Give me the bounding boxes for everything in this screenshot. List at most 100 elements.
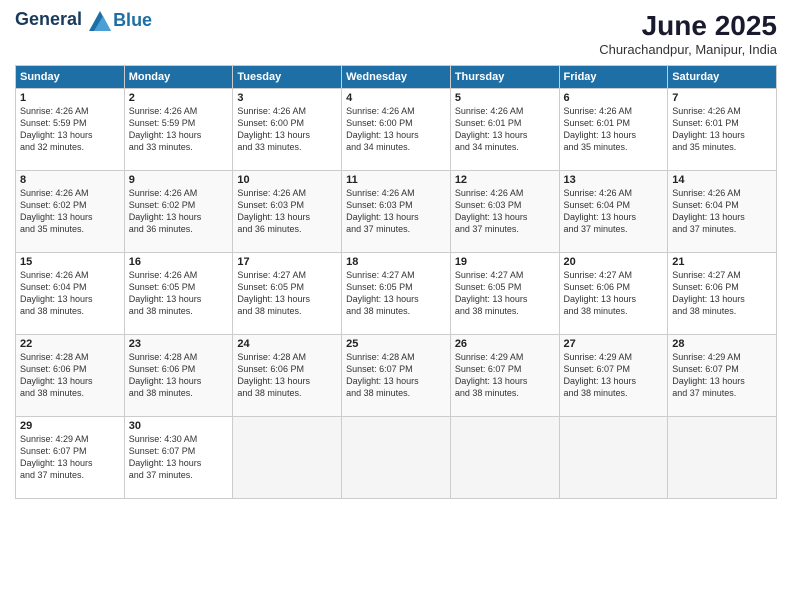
day-cell: 17Sunrise: 4:27 AM Sunset: 6:05 PM Dayli… bbox=[233, 253, 342, 335]
day-cell: 26Sunrise: 4:29 AM Sunset: 6:07 PM Dayli… bbox=[450, 335, 559, 417]
day-info: Sunrise: 4:26 AM Sunset: 6:03 PM Dayligh… bbox=[346, 187, 446, 236]
day-number: 8 bbox=[20, 174, 120, 186]
day-cell bbox=[559, 417, 668, 499]
week-row-3: 15Sunrise: 4:26 AM Sunset: 6:04 PM Dayli… bbox=[16, 253, 777, 335]
day-cell: 6Sunrise: 4:26 AM Sunset: 6:01 PM Daylig… bbox=[559, 89, 668, 171]
week-row-5: 29Sunrise: 4:29 AM Sunset: 6:07 PM Dayli… bbox=[16, 417, 777, 499]
day-info: Sunrise: 4:28 AM Sunset: 6:06 PM Dayligh… bbox=[237, 351, 337, 400]
col-wednesday: Wednesday bbox=[342, 66, 451, 89]
logo: General Blue bbox=[15, 10, 152, 31]
day-info: Sunrise: 4:27 AM Sunset: 6:05 PM Dayligh… bbox=[346, 269, 446, 318]
day-number: 5 bbox=[455, 92, 555, 104]
day-number: 7 bbox=[672, 92, 772, 104]
day-number: 22 bbox=[20, 338, 120, 350]
week-row-2: 8Sunrise: 4:26 AM Sunset: 6:02 PM Daylig… bbox=[16, 171, 777, 253]
day-cell: 10Sunrise: 4:26 AM Sunset: 6:03 PM Dayli… bbox=[233, 171, 342, 253]
day-cell: 2Sunrise: 4:26 AM Sunset: 5:59 PM Daylig… bbox=[124, 89, 233, 171]
day-cell: 20Sunrise: 4:27 AM Sunset: 6:06 PM Dayli… bbox=[559, 253, 668, 335]
day-info: Sunrise: 4:26 AM Sunset: 6:04 PM Dayligh… bbox=[672, 187, 772, 236]
day-number: 4 bbox=[346, 92, 446, 104]
day-cell: 30Sunrise: 4:30 AM Sunset: 6:07 PM Dayli… bbox=[124, 417, 233, 499]
day-cell: 4Sunrise: 4:26 AM Sunset: 6:00 PM Daylig… bbox=[342, 89, 451, 171]
day-number: 11 bbox=[346, 174, 446, 186]
day-number: 23 bbox=[129, 338, 229, 350]
day-cell: 14Sunrise: 4:26 AM Sunset: 6:04 PM Dayli… bbox=[668, 171, 777, 253]
day-info: Sunrise: 4:26 AM Sunset: 6:01 PM Dayligh… bbox=[672, 105, 772, 154]
day-info: Sunrise: 4:26 AM Sunset: 6:03 PM Dayligh… bbox=[455, 187, 555, 236]
logo-blue: Blue bbox=[113, 10, 152, 31]
week-row-1: 1Sunrise: 4:26 AM Sunset: 5:59 PM Daylig… bbox=[16, 89, 777, 171]
day-info: Sunrise: 4:26 AM Sunset: 5:59 PM Dayligh… bbox=[20, 105, 120, 154]
day-cell: 3Sunrise: 4:26 AM Sunset: 6:00 PM Daylig… bbox=[233, 89, 342, 171]
day-cell: 19Sunrise: 4:27 AM Sunset: 6:05 PM Dayli… bbox=[450, 253, 559, 335]
day-number: 18 bbox=[346, 256, 446, 268]
col-thursday: Thursday bbox=[450, 66, 559, 89]
month-title: June 2025 bbox=[599, 10, 777, 42]
col-tuesday: Tuesday bbox=[233, 66, 342, 89]
page: General Blue June 2025 Churachandpur, Ma… bbox=[0, 0, 792, 612]
day-number: 19 bbox=[455, 256, 555, 268]
day-info: Sunrise: 4:27 AM Sunset: 6:06 PM Dayligh… bbox=[564, 269, 664, 318]
day-cell: 25Sunrise: 4:28 AM Sunset: 6:07 PM Dayli… bbox=[342, 335, 451, 417]
day-info: Sunrise: 4:29 AM Sunset: 6:07 PM Dayligh… bbox=[564, 351, 664, 400]
day-number: 30 bbox=[129, 420, 229, 432]
day-cell: 18Sunrise: 4:27 AM Sunset: 6:05 PM Dayli… bbox=[342, 253, 451, 335]
day-cell: 7Sunrise: 4:26 AM Sunset: 6:01 PM Daylig… bbox=[668, 89, 777, 171]
day-info: Sunrise: 4:26 AM Sunset: 6:03 PM Dayligh… bbox=[237, 187, 337, 236]
day-cell: 13Sunrise: 4:26 AM Sunset: 6:04 PM Dayli… bbox=[559, 171, 668, 253]
day-cell: 27Sunrise: 4:29 AM Sunset: 6:07 PM Dayli… bbox=[559, 335, 668, 417]
day-info: Sunrise: 4:26 AM Sunset: 6:01 PM Dayligh… bbox=[564, 105, 664, 154]
day-info: Sunrise: 4:26 AM Sunset: 6:00 PM Dayligh… bbox=[237, 105, 337, 154]
day-cell: 9Sunrise: 4:26 AM Sunset: 6:02 PM Daylig… bbox=[124, 171, 233, 253]
day-info: Sunrise: 4:28 AM Sunset: 6:06 PM Dayligh… bbox=[20, 351, 120, 400]
header-row: Sunday Monday Tuesday Wednesday Thursday… bbox=[16, 66, 777, 89]
day-number: 10 bbox=[237, 174, 337, 186]
day-info: Sunrise: 4:30 AM Sunset: 6:07 PM Dayligh… bbox=[129, 433, 229, 482]
day-number: 26 bbox=[455, 338, 555, 350]
day-cell: 8Sunrise: 4:26 AM Sunset: 6:02 PM Daylig… bbox=[16, 171, 125, 253]
day-number: 3 bbox=[237, 92, 337, 104]
day-info: Sunrise: 4:29 AM Sunset: 6:07 PM Dayligh… bbox=[455, 351, 555, 400]
day-number: 14 bbox=[672, 174, 772, 186]
day-number: 17 bbox=[237, 256, 337, 268]
day-info: Sunrise: 4:26 AM Sunset: 6:02 PM Dayligh… bbox=[20, 187, 120, 236]
day-info: Sunrise: 4:29 AM Sunset: 6:07 PM Dayligh… bbox=[20, 433, 120, 482]
day-cell bbox=[668, 417, 777, 499]
col-monday: Monday bbox=[124, 66, 233, 89]
day-number: 21 bbox=[672, 256, 772, 268]
day-cell: 22Sunrise: 4:28 AM Sunset: 6:06 PM Dayli… bbox=[16, 335, 125, 417]
day-info: Sunrise: 4:26 AM Sunset: 6:00 PM Dayligh… bbox=[346, 105, 446, 154]
calendar-table: Sunday Monday Tuesday Wednesday Thursday… bbox=[15, 65, 777, 499]
day-cell bbox=[450, 417, 559, 499]
day-number: 13 bbox=[564, 174, 664, 186]
day-info: Sunrise: 4:26 AM Sunset: 6:02 PM Dayligh… bbox=[129, 187, 229, 236]
day-cell: 1Sunrise: 4:26 AM Sunset: 5:59 PM Daylig… bbox=[16, 89, 125, 171]
logo-icon bbox=[89, 11, 111, 31]
day-cell: 12Sunrise: 4:26 AM Sunset: 6:03 PM Dayli… bbox=[450, 171, 559, 253]
title-block: June 2025 Churachandpur, Manipur, India bbox=[599, 10, 777, 57]
week-row-4: 22Sunrise: 4:28 AM Sunset: 6:06 PM Dayli… bbox=[16, 335, 777, 417]
day-cell: 5Sunrise: 4:26 AM Sunset: 6:01 PM Daylig… bbox=[450, 89, 559, 171]
day-cell: 16Sunrise: 4:26 AM Sunset: 6:05 PM Dayli… bbox=[124, 253, 233, 335]
day-info: Sunrise: 4:26 AM Sunset: 5:59 PM Dayligh… bbox=[129, 105, 229, 154]
day-number: 1 bbox=[20, 92, 120, 104]
day-info: Sunrise: 4:26 AM Sunset: 6:05 PM Dayligh… bbox=[129, 269, 229, 318]
day-cell: 24Sunrise: 4:28 AM Sunset: 6:06 PM Dayli… bbox=[233, 335, 342, 417]
logo-general: General bbox=[15, 9, 82, 29]
day-number: 24 bbox=[237, 338, 337, 350]
day-number: 6 bbox=[564, 92, 664, 104]
day-info: Sunrise: 4:27 AM Sunset: 6:05 PM Dayligh… bbox=[237, 269, 337, 318]
day-number: 12 bbox=[455, 174, 555, 186]
day-cell: 29Sunrise: 4:29 AM Sunset: 6:07 PM Dayli… bbox=[16, 417, 125, 499]
day-number: 25 bbox=[346, 338, 446, 350]
day-cell: 15Sunrise: 4:26 AM Sunset: 6:04 PM Dayli… bbox=[16, 253, 125, 335]
day-cell: 23Sunrise: 4:28 AM Sunset: 6:06 PM Dayli… bbox=[124, 335, 233, 417]
day-number: 27 bbox=[564, 338, 664, 350]
day-number: 16 bbox=[129, 256, 229, 268]
day-cell bbox=[342, 417, 451, 499]
day-cell: 21Sunrise: 4:27 AM Sunset: 6:06 PM Dayli… bbox=[668, 253, 777, 335]
day-info: Sunrise: 4:29 AM Sunset: 6:07 PM Dayligh… bbox=[672, 351, 772, 400]
day-info: Sunrise: 4:28 AM Sunset: 6:06 PM Dayligh… bbox=[129, 351, 229, 400]
day-number: 28 bbox=[672, 338, 772, 350]
day-info: Sunrise: 4:27 AM Sunset: 6:05 PM Dayligh… bbox=[455, 269, 555, 318]
